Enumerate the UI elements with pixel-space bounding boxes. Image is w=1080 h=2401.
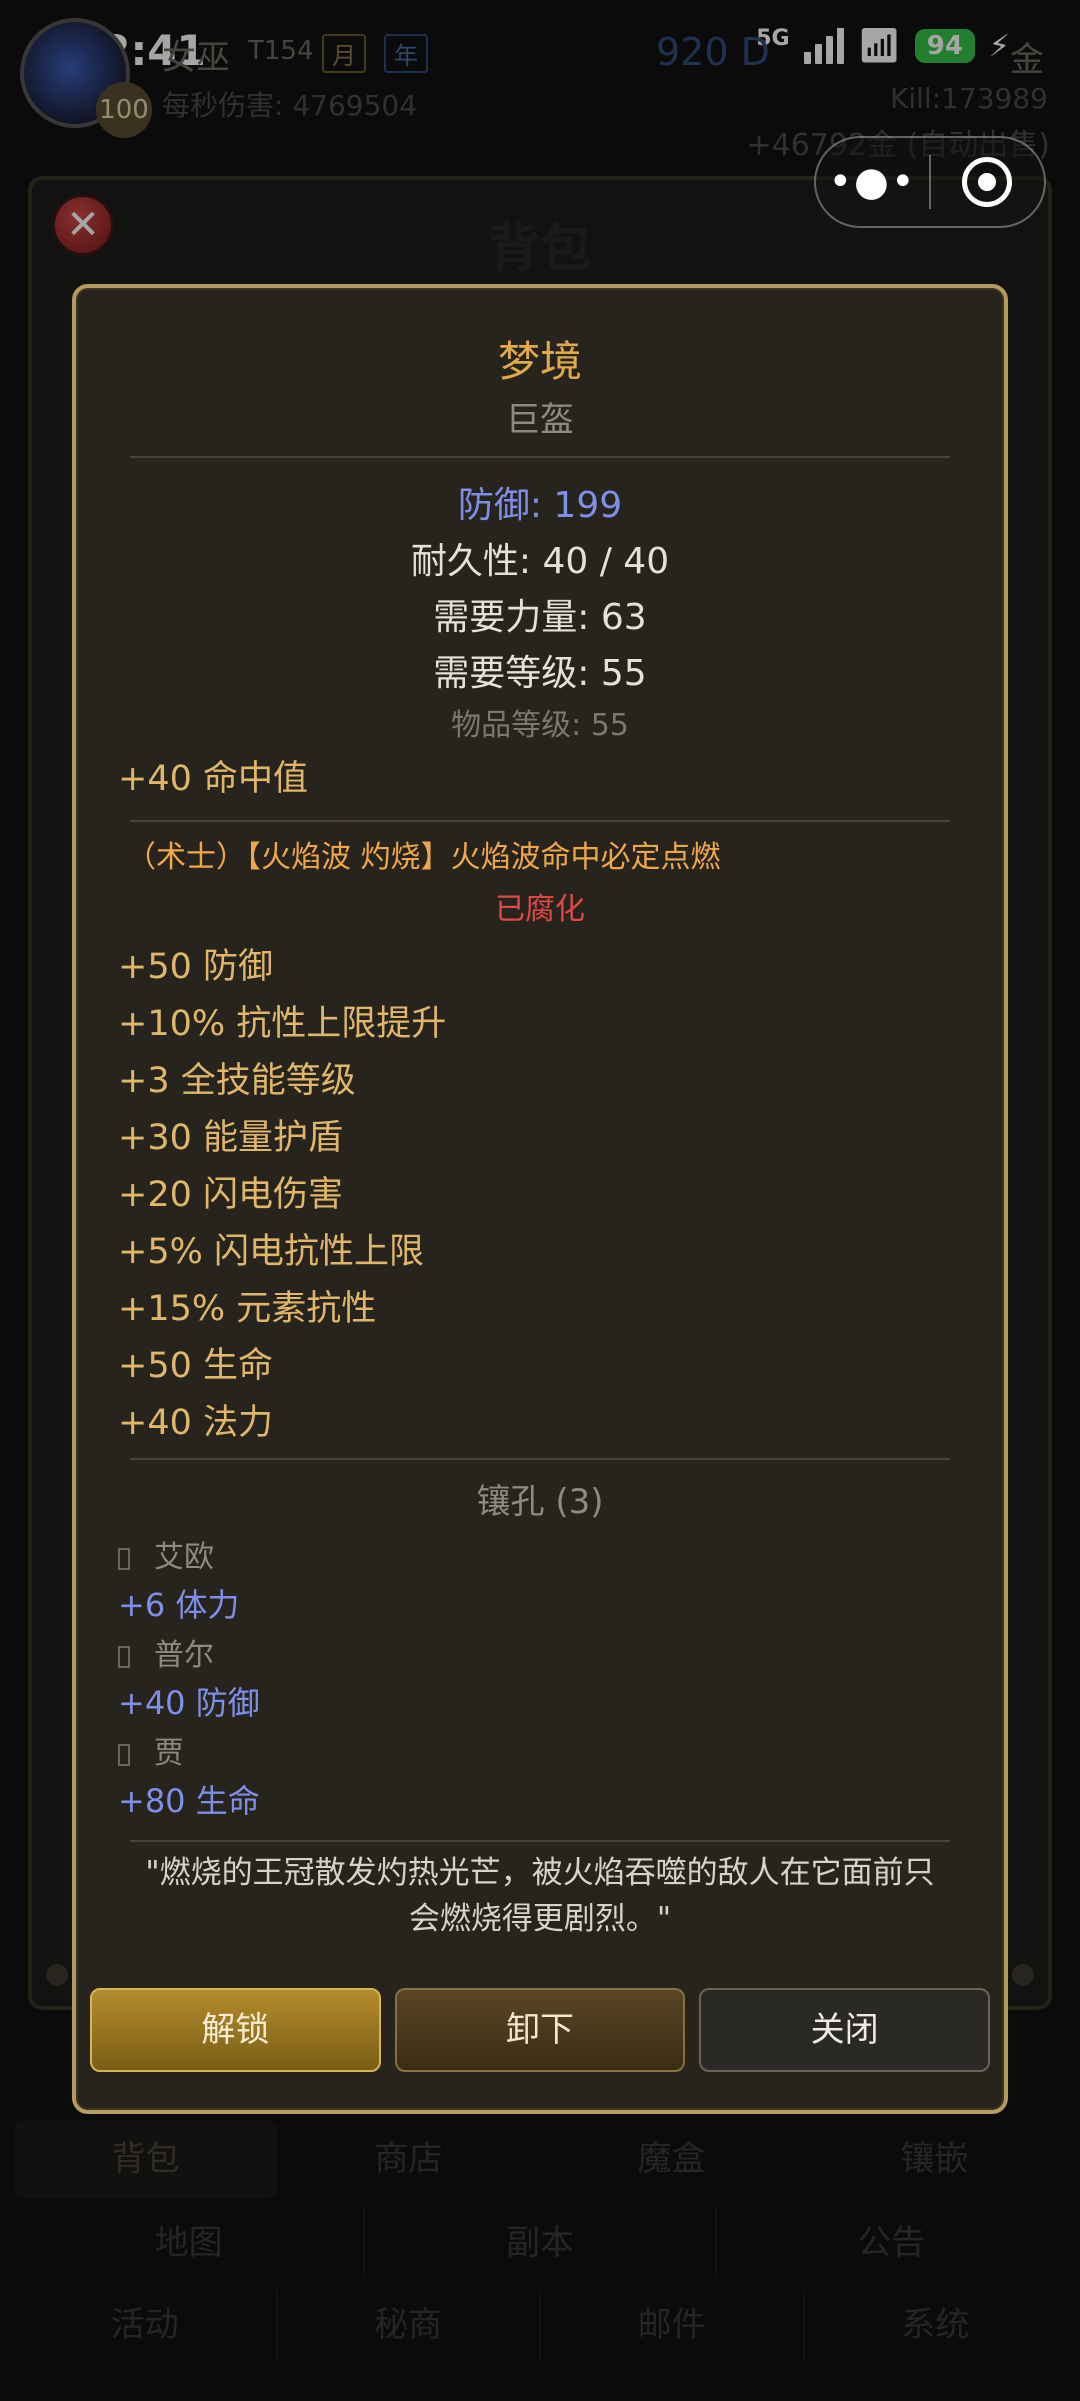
divider <box>130 456 950 458</box>
close-button[interactable]: 关闭 <box>699 1988 991 2072</box>
flavor-line: 会燃烧得更剧烈。" <box>408 1901 672 1937</box>
rune-bonus: +6 体力 <box>118 1586 240 1624</box>
divider <box>130 820 950 822</box>
socket-rune: 艾欧 <box>118 1532 214 1576</box>
affix-line: +30 能量护盾 <box>118 1118 343 1158</box>
flavor-text: "燃烧的王冠散发灼热光芒，被火焰吞噬的敌人在它面前只 会燃烧得更剧烈。" <box>76 1850 1004 1942</box>
miniprogram-capsule: •●• <box>814 136 1046 228</box>
modal-actions: 解锁 卸下 关闭 <box>90 1988 991 2072</box>
rune-name: 普尔 <box>154 1638 214 1673</box>
rune-name: 艾欧 <box>154 1540 214 1575</box>
socket-rune: 贾 <box>118 1728 184 1772</box>
stat-req-level: 需要等级: 55 <box>433 653 647 694</box>
target-icon[interactable] <box>931 157 1044 207</box>
unequip-button[interactable]: 卸下 <box>394 1988 686 2072</box>
divider <box>130 1840 950 1842</box>
affix-line: +10% 抗性上限提升 <box>118 1004 447 1044</box>
implicit-affix: +40 命中值 <box>118 759 308 799</box>
affix-line: +20 闪电伤害 <box>118 1175 343 1215</box>
corrupted-label: 已腐化 <box>495 892 585 927</box>
item-name: 梦境 <box>497 337 582 386</box>
affix-line: +50 生命 <box>118 1346 273 1386</box>
stat-item-level: 物品等级: 55 <box>451 708 629 743</box>
rune-icon <box>118 1547 130 1570</box>
rune-bonus: +80 生命 <box>118 1782 260 1820</box>
divider <box>130 1458 950 1460</box>
set-bonus: （术士）【火焰波 灼烧】火焰波命中必定点燃 <box>126 840 721 875</box>
stat-defense: 防御: 199 <box>457 485 623 526</box>
rune-icon <box>118 1645 130 1668</box>
rune-bonus: +40 防御 <box>118 1684 260 1722</box>
affix-line: +50 防御 <box>118 947 273 987</box>
rune-name: 贾 <box>154 1736 184 1771</box>
rune-icon <box>118 1743 130 1766</box>
more-dots-icon[interactable]: •●• <box>816 159 929 205</box>
flavor-line: "燃烧的王冠散发灼热光芒，被火焰吞噬的敌人在它面前只 <box>145 1855 935 1891</box>
item-type: 巨盔 <box>506 400 574 440</box>
affix-line: +40 法力 <box>118 1403 273 1443</box>
socket-rune: 普尔 <box>118 1630 214 1674</box>
stat-req-strength: 需要力量: 63 <box>433 597 647 638</box>
item-detail-modal: 梦境 巨盔 防御: 199 耐久性: 40 / 40 需要力量: 63 需要等级… <box>72 284 1008 2114</box>
affix-line: +15% 元素抗性 <box>118 1289 377 1329</box>
affix-line: +3 全技能等级 <box>118 1061 356 1101</box>
affix-line: +5% 闪电抗性上限 <box>118 1232 424 1272</box>
unlock-button[interactable]: 解锁 <box>90 1988 381 2072</box>
stat-durability: 耐久性: 40 / 40 <box>410 541 670 582</box>
socket-title: 镶孔 (3) <box>476 1482 604 1522</box>
